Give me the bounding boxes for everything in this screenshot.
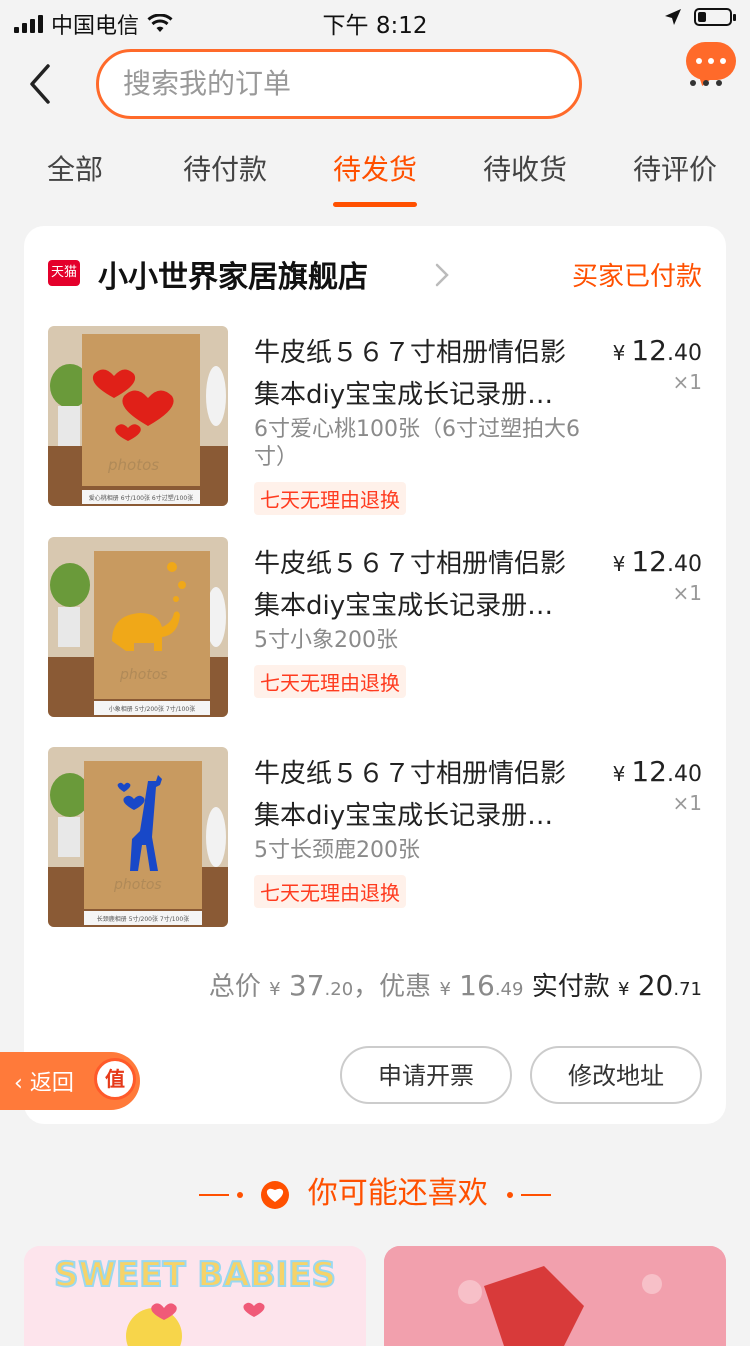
- photo-album-giraffe-image: photos 长颈鹿相册 5寸/200张 7寸/100张: [48, 747, 228, 927]
- recommend-banner-text: SWEET BABIES: [54, 1255, 336, 1295]
- recommend-card[interactable]: SWEET BABIES: [24, 1246, 366, 1346]
- product-price: ¥12.40: [612, 755, 702, 788]
- floating-back-button[interactable]: ‹ 返回 值: [0, 1052, 140, 1110]
- chevron-left-icon: [30, 64, 50, 104]
- order-tabs: 全部 待付款 待发货 待收货 待评价: [0, 140, 750, 210]
- back-button[interactable]: [22, 62, 62, 106]
- product-price: ¥12.40: [612, 545, 702, 578]
- product-quantity: ×1: [672, 370, 702, 394]
- product-title[interactable]: 牛皮纸５６７寸相册情侣影集本diy宝宝成长记录册…: [254, 543, 584, 627]
- status-bar: 中国电信 下午 8:12: [0, 0, 750, 44]
- order-card: 天猫 小小世界家居旗舰店 买家已付款 photos 爱心桃相册 6寸/100张 …: [24, 226, 726, 1124]
- order-summary: 总价 ¥ 37.20，优惠 ¥ 16.49 实付款 ¥ 20.71: [208, 969, 702, 1002]
- product-thumbnail[interactable]: photos 爱心桃相册 6寸/100张 6寸过塑/100张: [48, 326, 228, 506]
- clock: 下午 8:12: [322, 13, 428, 39]
- search-input[interactable]: [121, 52, 565, 114]
- tab-pending-receipt[interactable]: 待收货: [483, 148, 567, 188]
- product-thumbnail[interactable]: photos 长颈鹿相册 5寸/200张 7寸/100张: [48, 747, 228, 927]
- heart-icon: [261, 1180, 290, 1209]
- product-title[interactable]: 牛皮纸５６７寸相册情侣影集本diy宝宝成长记录册…: [254, 753, 584, 837]
- thumbnail-caption: 爱心桃相册 6寸/100张 6寸过塑/100张: [89, 494, 193, 502]
- tmall-badge: 天猫: [48, 260, 80, 286]
- recommend-card[interactable]: [384, 1246, 726, 1346]
- paid-amount: 20: [637, 969, 674, 1002]
- total-label: 总价: [208, 972, 261, 1002]
- order-item[interactable]: photos 小象相册 5寸/200张 7寸/100张 牛皮纸５６７寸相册情侣影…: [48, 537, 702, 717]
- tab-pending-review[interactable]: 待评价: [633, 148, 717, 188]
- tab-all[interactable]: 全部: [47, 148, 103, 188]
- return-policy-tag: 七天无理由退换: [254, 665, 406, 698]
- order-status: 买家已付款: [571, 262, 702, 292]
- return-policy-tag: 七天无理由退换: [254, 482, 406, 515]
- floating-back-label: 返回: [29, 1071, 74, 1096]
- recommend-header: 你可能还喜欢: [0, 1168, 750, 1212]
- discount-amount: 16: [459, 969, 495, 1002]
- chat-bubble-icon: [686, 42, 736, 80]
- return-policy-tag: 七天无理由退换: [254, 875, 406, 908]
- thumbnail-caption: 小象相册 5寸/200张 7寸/100张: [109, 705, 195, 713]
- product-sku: 5寸小象200张: [254, 628, 398, 653]
- product-title[interactable]: 牛皮纸５６７寸相册情侣影集本diy宝宝成长记录册…: [254, 332, 584, 416]
- recommend-image: [384, 1246, 726, 1346]
- svg-text:photos: photos: [113, 877, 162, 893]
- product-thumbnail[interactable]: photos 小象相册 5寸/200张 7寸/100张: [48, 537, 228, 717]
- svg-text:photos: photos: [107, 456, 159, 474]
- product-sku: 5寸长颈鹿200张: [254, 838, 420, 863]
- search-box[interactable]: [96, 49, 582, 119]
- product-sku: 6寸爱心桃100张（6寸过塑拍大6寸）: [254, 417, 580, 470]
- product-quantity: ×1: [672, 791, 702, 815]
- paid-label: 实付款: [531, 972, 610, 1002]
- shop-header[interactable]: 天猫 小小世界家居旗舰店 买家已付款: [48, 256, 702, 296]
- zhi-badge-icon: 值: [94, 1058, 136, 1100]
- apply-invoice-button[interactable]: 申请开票: [340, 1046, 512, 1104]
- more-icon[interactable]: [690, 80, 722, 86]
- product-quantity: ×1: [672, 581, 702, 605]
- recommend-title: 你可能还喜欢: [307, 1176, 488, 1211]
- tab-pending-shipment[interactable]: 待发货: [333, 148, 417, 188]
- battery-icon: [694, 8, 736, 26]
- svg-text:photos: photos: [119, 667, 168, 683]
- total-price: 37: [288, 969, 325, 1002]
- discount-label: ，优惠: [353, 972, 432, 1002]
- chevron-left-icon: ‹: [14, 1071, 23, 1096]
- recommend-image: SWEET BABIES: [24, 1246, 366, 1346]
- order-item[interactable]: photos 长颈鹿相册 5寸/200张 7寸/100张 牛皮纸５６７寸相册情侣…: [48, 747, 702, 927]
- chevron-right-icon: [435, 263, 449, 287]
- order-item[interactable]: photos 爱心桃相册 6寸/100张 6寸过塑/100张 牛皮纸５６７寸相册…: [48, 326, 702, 515]
- product-price: ¥12.40: [612, 334, 702, 367]
- tab-pending-payment[interactable]: 待付款: [183, 148, 267, 188]
- change-address-button[interactable]: 修改地址: [530, 1046, 702, 1104]
- thumbnail-caption: 长颈鹿相册 5寸/200张 7寸/100张: [97, 915, 189, 923]
- photo-album-heart-image: photos 爱心桃相册 6寸/100张 6寸过塑/100张: [48, 326, 228, 506]
- location-arrow-icon: [665, 9, 681, 25]
- photo-album-elephant-image: photos 小象相册 5寸/200张 7寸/100张: [48, 537, 228, 717]
- shop-name[interactable]: 小小世界家居旗舰店: [98, 252, 368, 296]
- active-tab-indicator: [333, 202, 417, 207]
